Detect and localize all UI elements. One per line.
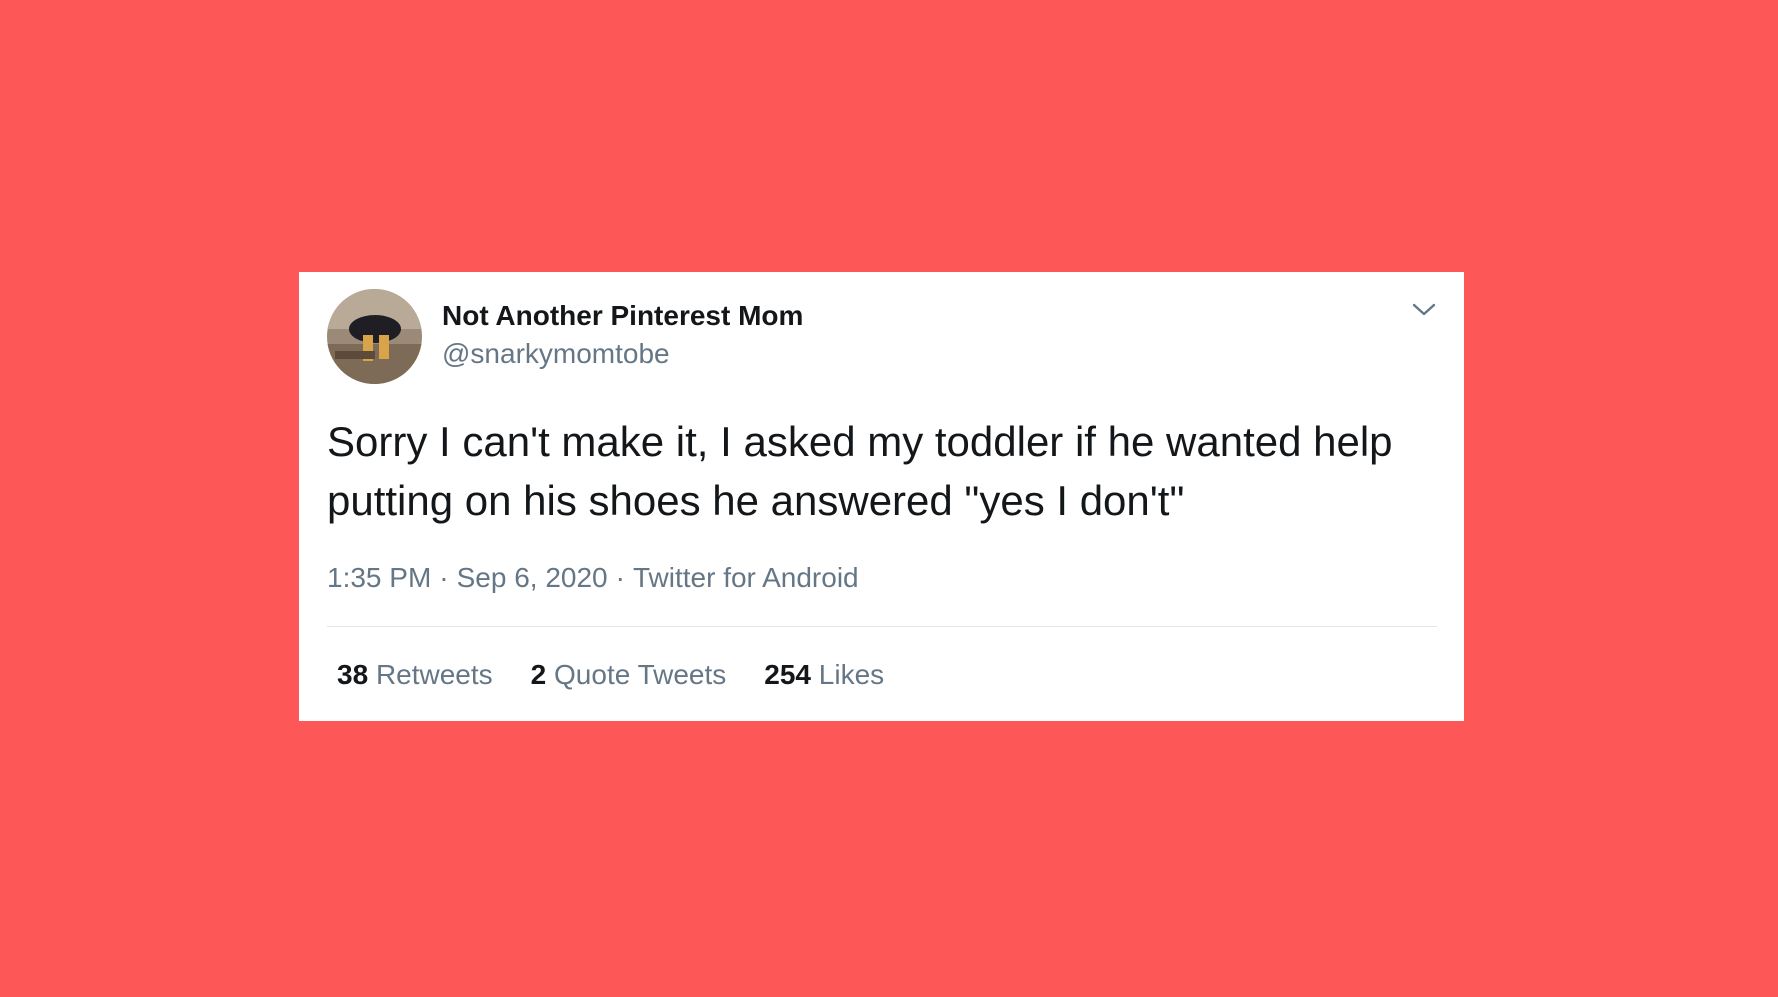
likes-stat[interactable]: 254 Likes <box>764 659 884 691</box>
tweet-time[interactable]: 1:35 PM <box>327 562 431 593</box>
retweets-label: Retweets <box>375 659 493 690</box>
chevron-down-icon[interactable] <box>1409 300 1439 320</box>
likes-label: Likes <box>818 659 885 690</box>
meta-separator: · <box>439 562 449 593</box>
quote-tweets-label: Quote Tweets <box>554 659 727 690</box>
tweet-stats: 38 Retweets 2 Quote Tweets 254 Likes <box>337 659 884 691</box>
tweet-card: Not Another Pinterest Mom @snarkymomtobe… <box>299 272 1464 721</box>
retweets-count: 38 <box>337 659 369 690</box>
tweet-date[interactable]: Sep 6, 2020 <box>457 562 608 593</box>
retweets-stat[interactable]: 38 Retweets <box>337 659 493 691</box>
author-display-name[interactable]: Not Another Pinterest Mom <box>442 300 803 332</box>
tweet-metadata: 1:35 PM · Sep 6, 2020 · Twitter for Android <box>327 562 859 594</box>
author-avatar[interactable] <box>327 289 422 384</box>
tweet-source[interactable]: Twitter for Android <box>633 562 859 593</box>
avatar-photo-icon <box>327 289 422 384</box>
likes-count: 254 <box>764 659 811 690</box>
quote-tweets-stat[interactable]: 2 Quote Tweets <box>531 659 727 691</box>
tweet-text: Sorry I can't make it, I asked my toddle… <box>327 418 1393 524</box>
divider <box>327 626 1437 627</box>
author-handle[interactable]: @snarkymomtobe <box>442 338 670 370</box>
meta-separator: · <box>615 562 625 593</box>
quote-tweets-count: 2 <box>530 659 547 690</box>
